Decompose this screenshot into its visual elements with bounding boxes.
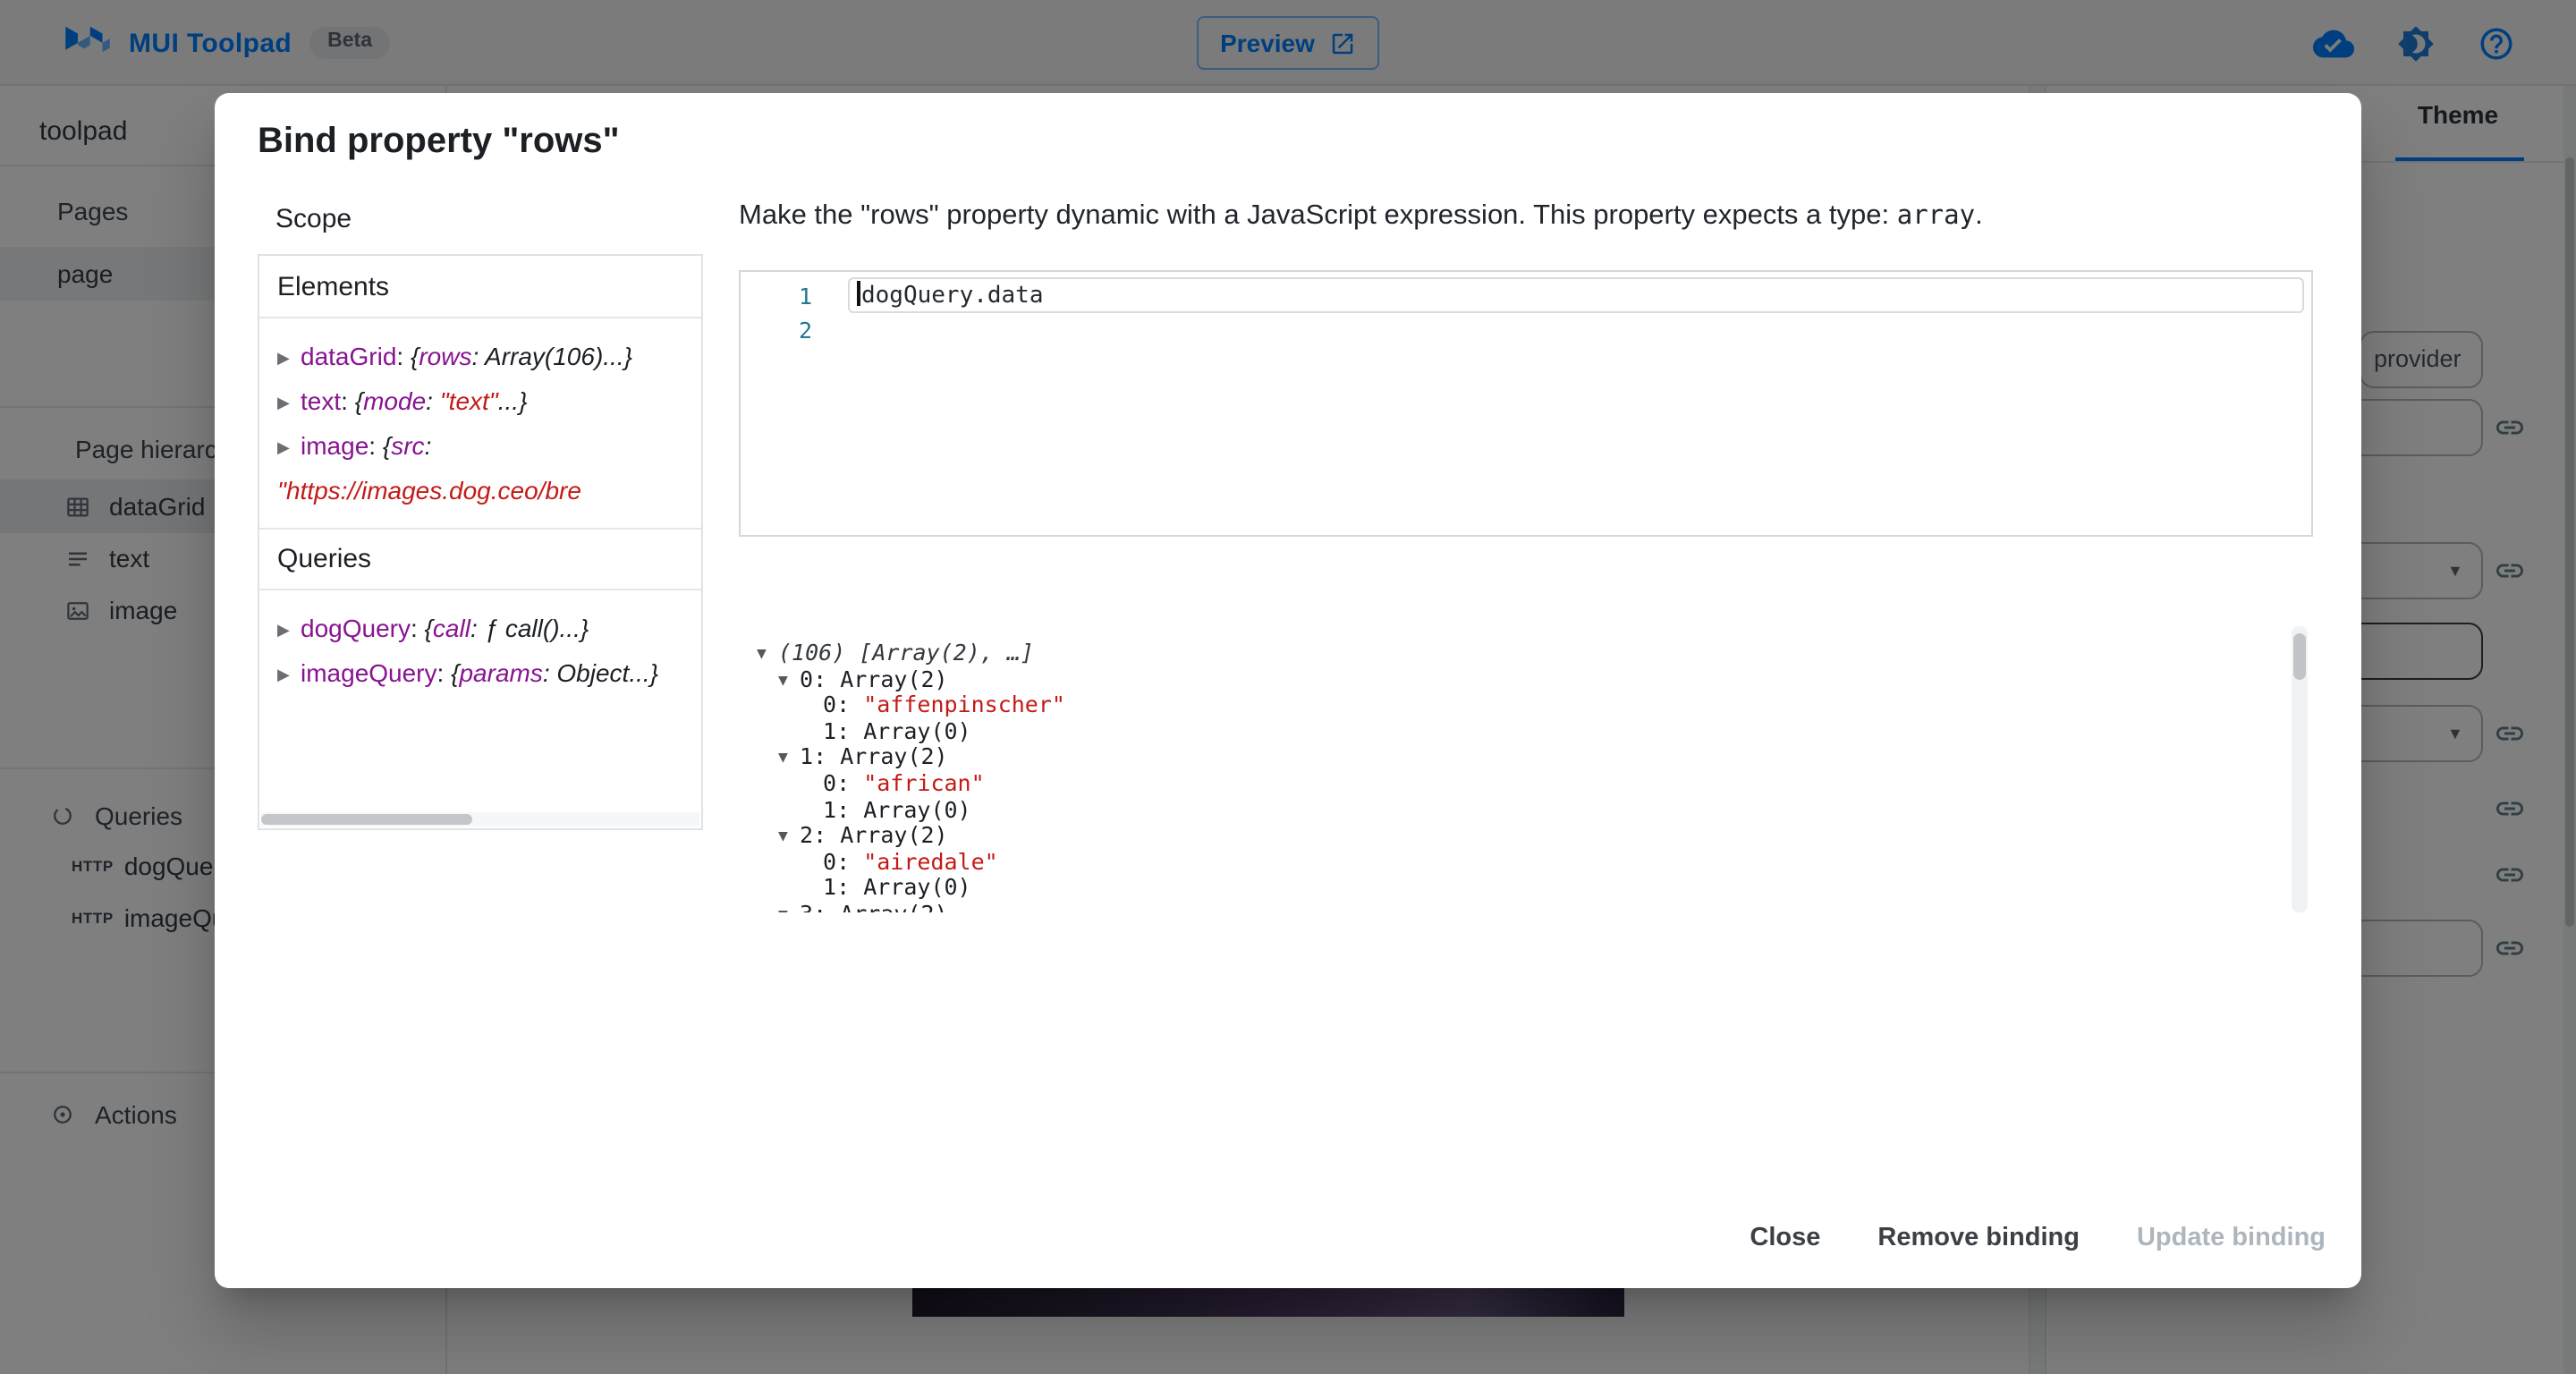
preview-group-row[interactable]: ▼2: Array(2)	[739, 823, 2288, 849]
elements-tree: ▶dataGrid: {rows: Array(106)...} ▶text: …	[259, 318, 701, 512]
queries-tree: ▶dogQuery: {call: ƒ call()...} ▶imageQue…	[259, 590, 701, 696]
expand-arrow-icon[interactable]: ▶	[277, 653, 301, 696]
collapse-arrow-icon[interactable]: ▼	[778, 668, 800, 694]
remove-binding-button[interactable]: Remove binding	[1877, 1224, 2080, 1252]
update-binding-button[interactable]: Update binding	[2137, 1224, 2326, 1252]
expand-arrow-icon[interactable]: ▶	[277, 608, 301, 651]
expand-arrow-icon[interactable]: ▶	[277, 336, 301, 379]
collapse-arrow-icon[interactable]: ▼	[778, 903, 800, 912]
preview-leaf-row: 0: "affenpinscher"	[739, 692, 2288, 718]
collapse-arrow-icon[interactable]: ▼	[778, 747, 800, 773]
line-number: 1	[741, 279, 826, 313]
bind-property-dialog: Bind property "rows" Scope Elements ▶dat…	[215, 93, 2361, 1288]
preview-leaf-row: 1: Array(0)	[739, 797, 2288, 823]
scope-label: Scope	[275, 204, 352, 234]
preview-leaf-row: 1: Array(0)	[739, 876, 2288, 902]
line-number: 2	[741, 313, 826, 347]
js-expression-editor[interactable]: 1 2 dogQuery.data	[739, 270, 2313, 537]
code-line[interactable]: dogQuery.data	[826, 279, 2311, 313]
collapse-arrow-icon[interactable]: ▼	[757, 642, 778, 668]
elements-header: Elements	[259, 256, 701, 318]
preview-group-row[interactable]: ▼0: Array(2)	[739, 666, 2288, 692]
scope-query-imagequery[interactable]: ▶imageQuery: {params: Object...}	[277, 651, 683, 696]
preview-scrollbar[interactable]	[2292, 626, 2308, 912]
editor-content[interactable]: dogQuery.data	[826, 272, 2311, 535]
text-cursor	[857, 281, 860, 306]
scrollbar-thumb[interactable]	[2293, 633, 2306, 680]
editor-gutter: 1 2	[741, 272, 826, 535]
preview-group-row[interactable]: ▼3: Array(2)	[739, 902, 2288, 912]
queries-header: Queries	[259, 528, 701, 590]
expand-arrow-icon[interactable]: ▶	[277, 426, 301, 469]
scrollbar-thumb[interactable]	[261, 814, 472, 825]
dialog-actions: Close Remove binding Update binding	[1750, 1202, 2326, 1274]
expand-arrow-icon[interactable]: ▶	[277, 381, 301, 424]
dialog-title: Bind property "rows"	[258, 122, 620, 163]
horizontal-scrollbar[interactable]	[261, 812, 699, 827]
close-button[interactable]: Close	[1750, 1224, 1820, 1252]
preview-group-row[interactable]: ▼1: Array(2)	[739, 745, 2288, 771]
preview-leaf-row: 0: "african"	[739, 771, 2288, 797]
preview-leaf-row: 0: "airedale"	[739, 850, 2288, 876]
preview-root-row[interactable]: ▼(106) [Array(2), …]	[739, 640, 2288, 666]
scope-element-image[interactable]: ▶image: {src: "https://images.dog.ceo/br…	[277, 424, 683, 512]
scope-element-text[interactable]: ▶text: {mode: "text"...}	[277, 379, 683, 424]
scope-explorer: Elements ▶dataGrid: {rows: Array(106)...…	[258, 254, 703, 830]
collapse-arrow-icon[interactable]: ▼	[778, 825, 800, 851]
scope-query-dogquery[interactable]: ▶dogQuery: {call: ƒ call()...}	[277, 606, 683, 651]
screen: MUI Toolpad Beta Preview toolpad Pages	[0, 0, 2576, 1374]
dialog-instruction: Make the "rows" property dynamic with a …	[739, 200, 2313, 233]
expression-result-preview: ▼(106) [Array(2), …] ▼0: Array(2) 0: "af…	[739, 640, 2288, 912]
preview-leaf-row: 1: Array(0)	[739, 719, 2288, 745]
scope-element-datagrid[interactable]: ▶dataGrid: {rows: Array(106)...}	[277, 335, 683, 379]
